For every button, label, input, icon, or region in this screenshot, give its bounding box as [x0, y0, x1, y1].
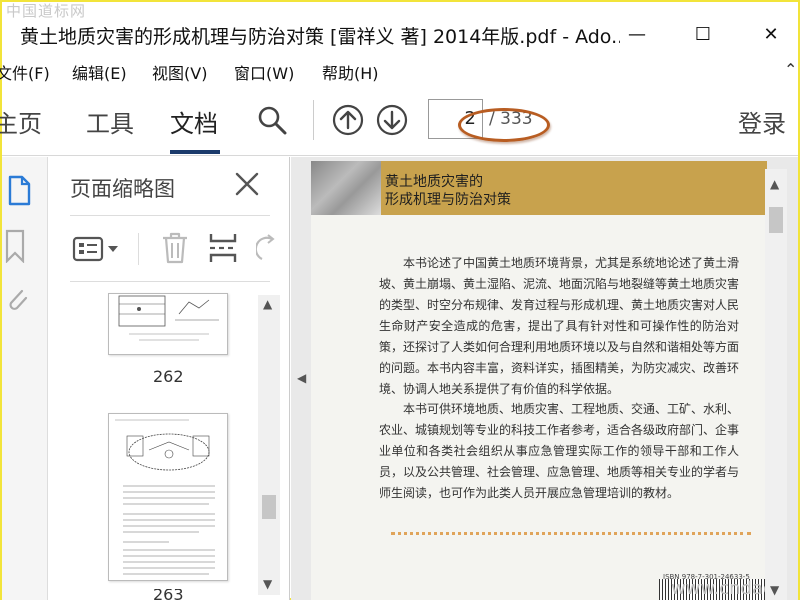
delete-icon[interactable] [160, 231, 190, 265]
paragraph: 本书论述了中国黄土地质环境背景，尤其是系统地论述了黄土滑坡、黄土崩塌、黄土湿陷、… [379, 256, 740, 396]
panel-divider [70, 215, 270, 216]
maximize-button[interactable]: ☐ [680, 22, 726, 48]
dotted-divider [391, 532, 751, 536]
menu-file[interactable]: 文件(F) [0, 60, 50, 84]
next-page-icon[interactable] [376, 104, 408, 136]
menu-view[interactable]: 视图(V) [152, 60, 207, 84]
toolbar-divider [313, 100, 314, 140]
rotate-icon[interactable] [256, 233, 276, 263]
page-thumbnails-icon[interactable] [6, 175, 32, 207]
annotation-ellipse [458, 108, 550, 142]
document-view: ◀ 黄土地质灾害的 形成机理与防治对策 本书论述了中国黄土地质环境背景，尤其是系… [291, 157, 798, 600]
attachment-icon[interactable] [2, 281, 28, 315]
previous-page-icon[interactable] [332, 104, 364, 136]
watermark-text: www.cndao.com [671, 578, 767, 599]
menu-window[interactable]: 窗口(W) [234, 60, 294, 84]
chevron-down-icon[interactable]: ▼ [770, 583, 779, 597]
tab-home[interactable]: 主页 [0, 104, 42, 139]
menu-help[interactable]: 帮助(H) [322, 60, 379, 84]
login-button[interactable]: 登录 [738, 104, 786, 139]
thumbnail-page-label: 263 [153, 589, 184, 600]
scrollbar-thumb[interactable] [262, 495, 276, 519]
tab-document[interactable]: 文档 [170, 104, 218, 139]
chevron-down-icon[interactable]: ▼ [263, 577, 272, 591]
window-title: 黄土地质灾害的形成机理与防治对策 [雷祥义 著] 2014年版.pdf - Ad… [20, 26, 620, 48]
chevron-up-icon[interactable]: ⌃ [784, 60, 797, 79]
tab-tools[interactable]: 工具 [86, 104, 134, 139]
thumbnail-scrollbar[interactable]: ▲ ▼ [258, 295, 280, 595]
watermark-text: 中国道标网 [6, 2, 87, 20]
thumbnail-page-label: 262 [153, 367, 184, 386]
document-scrollbar[interactable]: ▲ ▼ [765, 169, 787, 600]
paragraph: 本书可供环境地质、地质灾害、工程地质、交通、工矿、水利、农业、城镇规划等专业的科… [379, 402, 740, 500]
document-page: 黄土地质灾害的 形成机理与防治对策 本书论述了中国黄土地质环境背景，尤其是系统地… [311, 161, 767, 600]
header-photo [311, 161, 381, 215]
page-thumbnail[interactable] [108, 413, 228, 581]
main-toolbar: 主页 工具 文档 2 / 333 登录 [0, 86, 798, 156]
search-icon[interactable] [256, 104, 288, 136]
chevron-up-icon[interactable]: ▲ [770, 177, 779, 191]
panel-divider [70, 281, 270, 282]
minimize-button[interactable]: — [614, 22, 660, 48]
collapse-panel-icon[interactable]: ◀ [297, 371, 306, 385]
thumbnail-panel: 页面缩略图 262 263 ▲ ▼ [48, 157, 290, 600]
title-bar: 中国道标网 黄土地质灾害的形成机理与防治对策 [雷祥义 著] 2014年版.pd… [2, 2, 798, 64]
thumbnail-options-icon[interactable] [72, 235, 120, 263]
page-thumbnail[interactable] [108, 293, 228, 355]
book-title-line2: 形成机理与防治对策 [385, 192, 511, 208]
close-window-button[interactable]: ✕ [748, 22, 794, 48]
menu-bar: 文件(F) 编辑(E) 视图(V) 窗口(W) 帮助(H) ⌃ [0, 56, 798, 86]
close-icon[interactable] [234, 171, 260, 197]
panel-toolbar-divider [138, 233, 139, 265]
navigation-icon-strip [2, 157, 48, 600]
chevron-up-icon[interactable]: ▲ [263, 297, 272, 311]
active-tab-indicator [170, 150, 220, 154]
scrollbar-thumb[interactable] [769, 207, 783, 233]
extract-pages-icon[interactable] [208, 231, 238, 265]
panel-title: 页面缩略图 [70, 177, 175, 201]
menu-edit[interactable]: 编辑(E) [72, 60, 127, 84]
bookmark-icon[interactable] [4, 229, 26, 263]
book-title-line1: 黄土地质灾害的 [385, 174, 483, 190]
